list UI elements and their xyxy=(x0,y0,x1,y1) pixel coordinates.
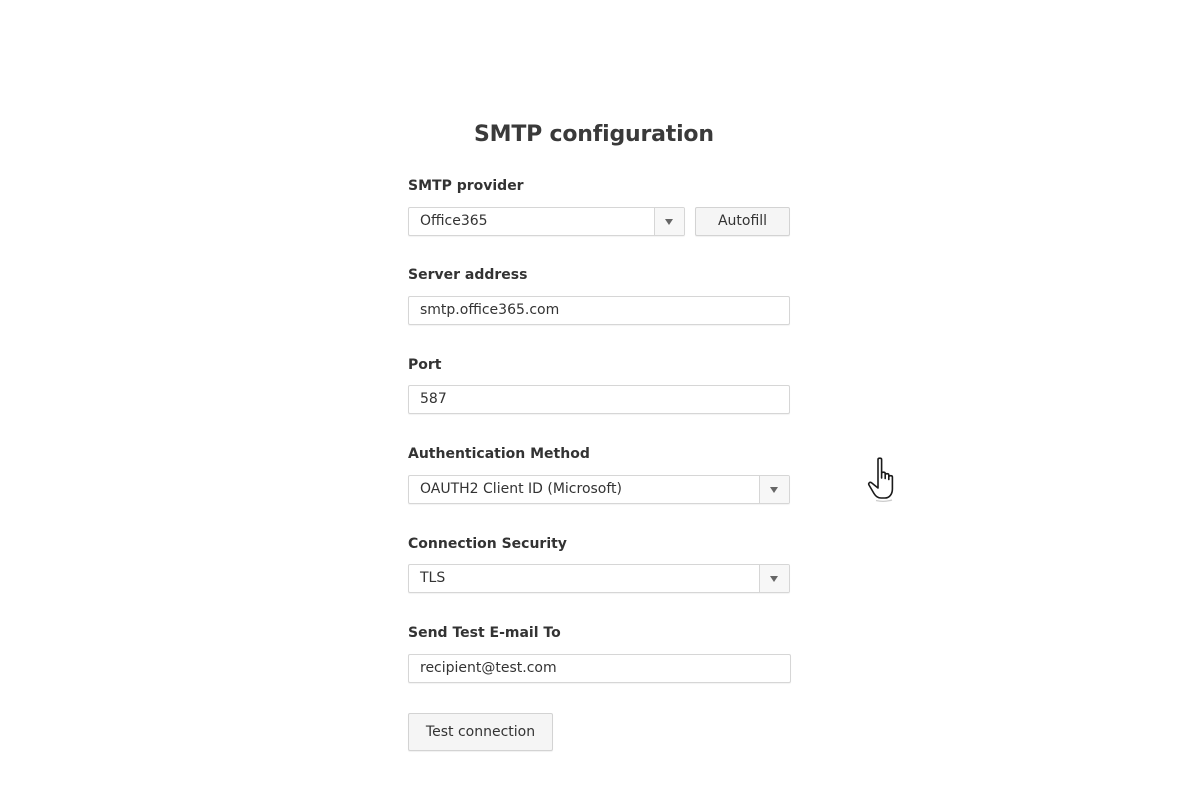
port-input[interactable]: 587 xyxy=(408,385,790,414)
port-value: 587 xyxy=(420,391,447,407)
chevron-down-icon[interactable] xyxy=(759,565,789,592)
smtp-provider-label: SMTP provider xyxy=(408,178,524,194)
smtp-provider-value: Office365 xyxy=(420,213,488,229)
autofill-button[interactable]: Autofill xyxy=(695,207,790,236)
smtp-provider-select[interactable]: Office365 xyxy=(408,207,685,236)
connection-security-select[interactable]: TLS xyxy=(408,564,790,593)
connection-security-label: Connection Security xyxy=(408,536,567,552)
server-address-input[interactable]: smtp.office365.com xyxy=(408,296,790,325)
page-title: SMTP configuration xyxy=(474,122,714,147)
authentication-method-label: Authentication Method xyxy=(408,446,590,462)
server-address-value: smtp.office365.com xyxy=(420,302,560,318)
authentication-method-value: OAUTH2 Client ID (Microsoft) xyxy=(420,481,623,497)
port-label: Port xyxy=(408,357,442,373)
chevron-down-icon[interactable] xyxy=(759,476,789,503)
test-email-label: Send Test E-mail To xyxy=(408,625,561,641)
test-email-value: recipient@test.com xyxy=(420,660,557,676)
authentication-method-select[interactable]: OAUTH2 Client ID (Microsoft) xyxy=(408,475,790,504)
connection-security-value: TLS xyxy=(420,570,446,586)
test-connection-button[interactable]: Test connection xyxy=(408,713,553,751)
chevron-down-icon[interactable] xyxy=(654,208,684,235)
test-email-input[interactable]: recipient@test.com xyxy=(408,654,791,683)
hand-pointer-icon xyxy=(867,457,894,502)
server-address-label: Server address xyxy=(408,267,528,283)
